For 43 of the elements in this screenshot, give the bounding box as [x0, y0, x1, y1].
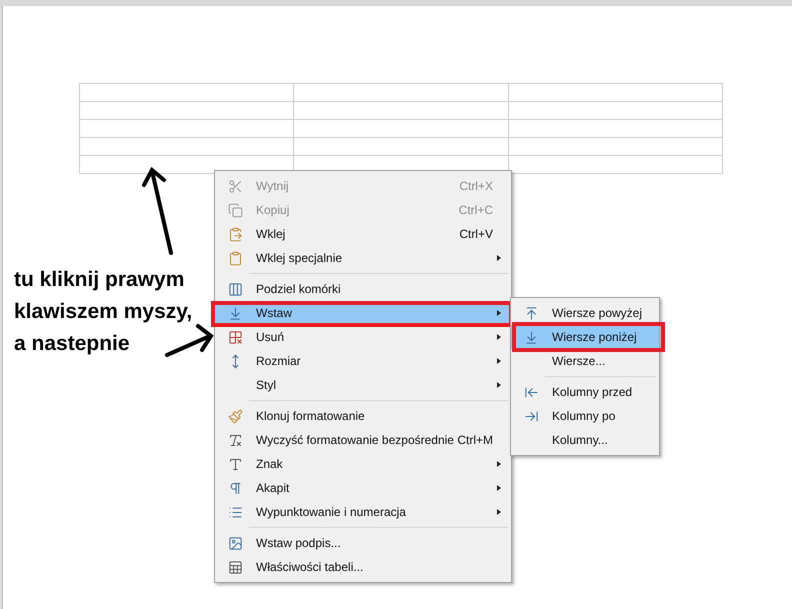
- annotation-text: a nastepnie: [14, 331, 130, 357]
- letter-icon: [228, 456, 243, 472]
- submenu-arrow-icon: [497, 255, 501, 261]
- pilcrow-icon: [228, 480, 243, 496]
- annotation-text: klawiszem myszy,: [14, 299, 192, 325]
- menu-item[interactable]: Właściwości tabeli...: [215, 555, 511, 579]
- menu-item[interactable]: Wiersze powyżej: [511, 301, 659, 325]
- submenu-arrow-icon: [497, 310, 501, 316]
- menu-item[interactable]: Wklej specjalnie: [215, 246, 511, 270]
- menu-item[interactable]: Rozmiar: [215, 349, 511, 373]
- menu-item[interactable]: Wstaw podpis...: [215, 531, 511, 555]
- menu-item[interactable]: Wyczyść formatowanie bezpośrednie Ctrl+M: [215, 428, 511, 452]
- menu-item[interactable]: Kolumny...: [511, 428, 659, 452]
- clipboard-icon: [228, 250, 243, 266]
- submenu-arrow-icon: [497, 509, 501, 515]
- annotation-arrow: [165, 324, 214, 357]
- table-x-icon: [228, 330, 243, 344]
- submenu-arrow-icon: [497, 461, 501, 467]
- menu-item[interactable]: Kolumny przed: [511, 380, 659, 404]
- menu-item[interactable]: Usuń: [215, 325, 511, 349]
- table-icon: [228, 560, 243, 574]
- clear-format-icon: [228, 432, 243, 448]
- image-icon: [228, 536, 243, 550]
- menu-item[interactable]: Akapit: [215, 476, 511, 500]
- menu-item[interactable]: Klonuj formatowanie: [215, 404, 511, 428]
- annotation-text: tu kliknij prawym: [14, 267, 184, 293]
- menu-item[interactable]: Kolumny po: [511, 404, 659, 428]
- submenu-arrow-icon: [497, 334, 501, 340]
- table-icon: [228, 282, 243, 296]
- copy-icon: [228, 202, 243, 218]
- menu-item[interactable]: Znak: [215, 452, 511, 476]
- menu-item[interactable]: Wypunktowanie i numeracja: [215, 500, 511, 524]
- menu-item[interactable]: Wklej Ctrl+V: [215, 222, 511, 246]
- menu-item[interactable]: Styl: [215, 373, 511, 397]
- list-icon: [228, 504, 243, 520]
- clipboard-icon: [228, 226, 243, 242]
- menu-item[interactable]: Podziel komórki: [215, 277, 511, 301]
- menu-item[interactable]: Wiersze...: [511, 349, 659, 373]
- submenu-arrow-icon: [497, 382, 501, 388]
- submenu-arrow-icon: [497, 358, 501, 364]
- scissors-icon: [228, 178, 243, 194]
- paintbrush-icon: [228, 408, 243, 424]
- submenu-arrow-icon: [497, 485, 501, 491]
